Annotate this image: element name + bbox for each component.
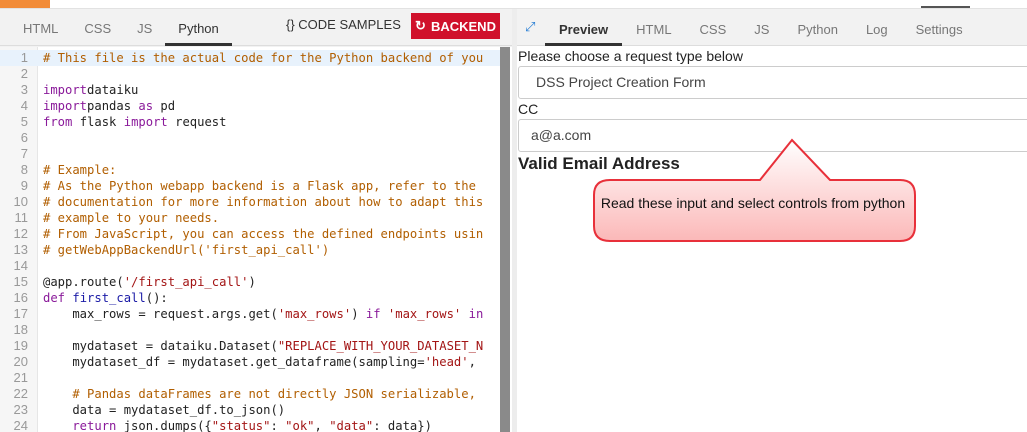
callout-shape [593,138,916,242]
callout-text: Read these input and select controls fro… [600,195,906,211]
